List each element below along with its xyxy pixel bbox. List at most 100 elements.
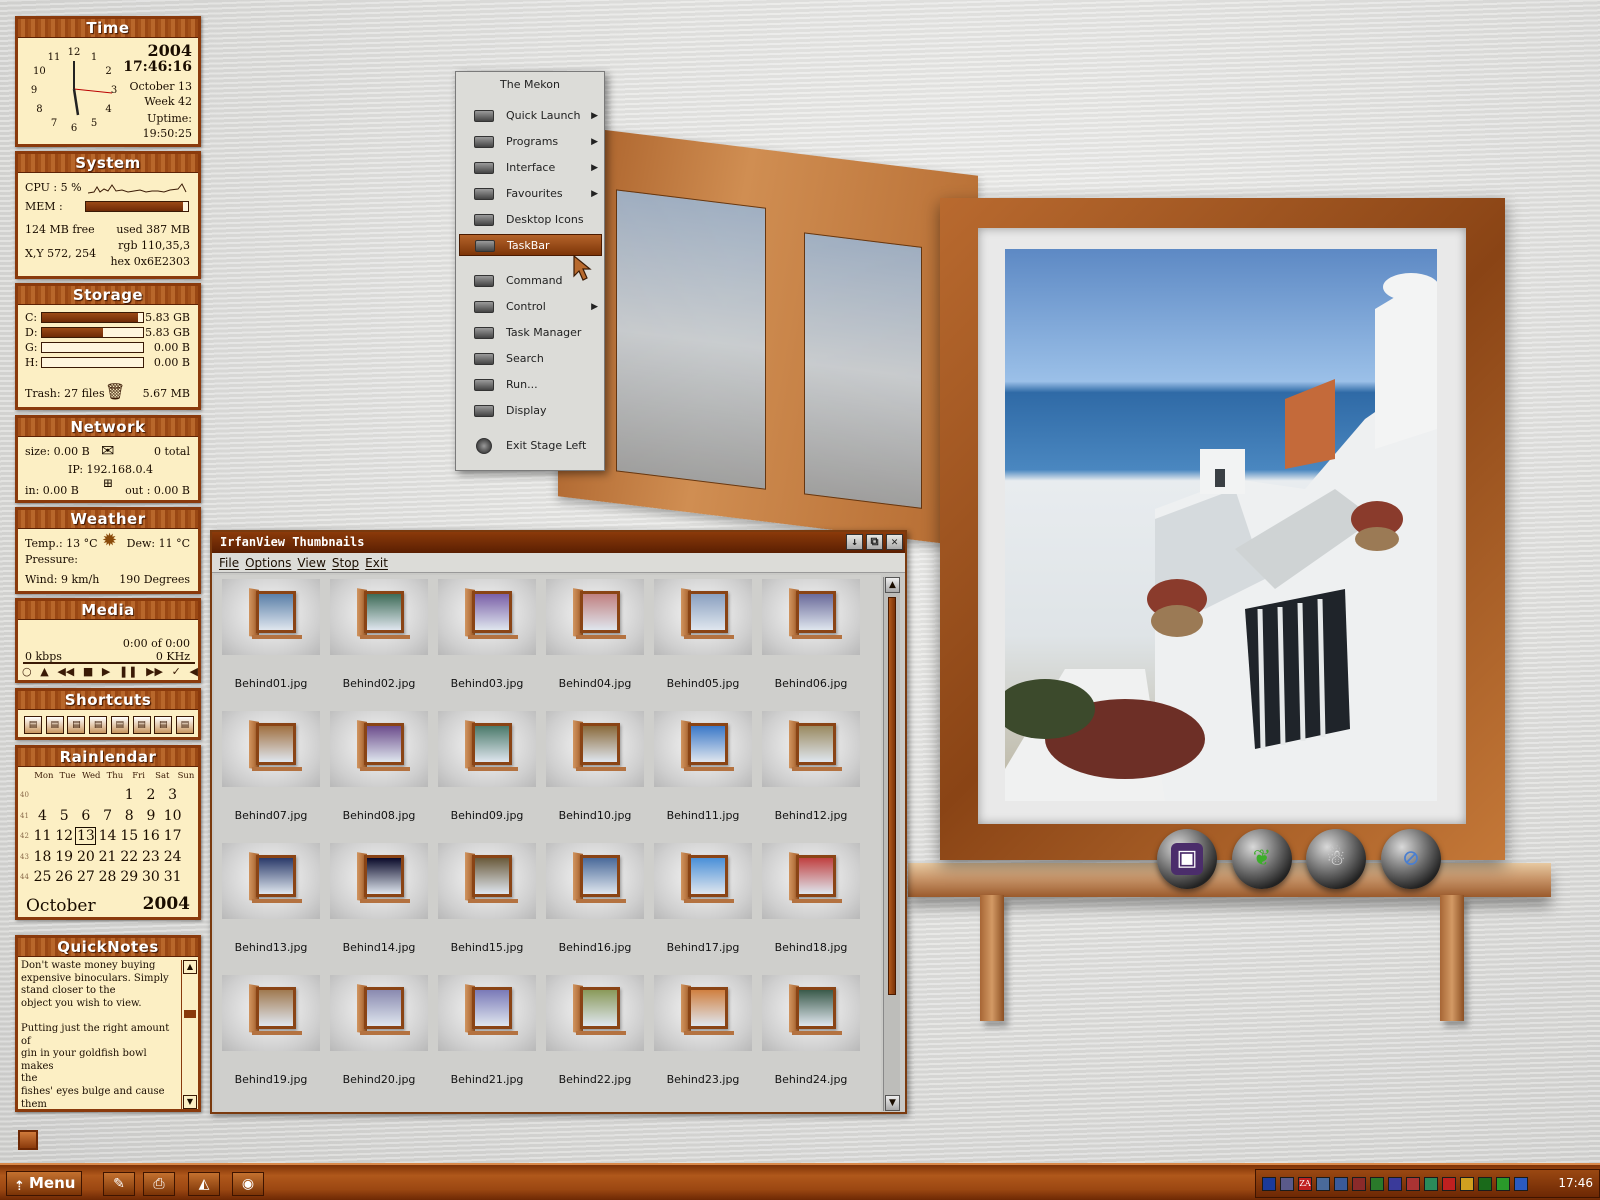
thumbnail-scrollbar[interactable]: ▲ ▼ — [883, 577, 900, 1111]
calendar-day[interactable]: 15 — [119, 828, 140, 844]
scroll-up-icon[interactable]: ▲ — [885, 577, 900, 593]
thumbnail[interactable]: Behind06.jpg — [762, 579, 860, 703]
menu-view[interactable]: View — [297, 556, 325, 570]
minimize-button[interactable]: ↓ — [846, 534, 863, 550]
close-button[interactable]: ✕ — [886, 534, 903, 550]
menu-item-display[interactable]: Display — [459, 400, 602, 422]
menu-item-desktop-icons[interactable]: Desktop Icons — [459, 209, 602, 231]
quicknotes-text[interactable]: Don't waste money buying expensive binoc… — [21, 960, 179, 1108]
calendar-day[interactable]: 28 — [97, 869, 118, 885]
tray-green-icon[interactable] — [1496, 1177, 1510, 1191]
menu-stop[interactable]: Stop — [332, 556, 359, 570]
calendar-day[interactable]: 8 — [119, 808, 140, 824]
dock-sphere-creature[interactable]: ❦ — [1232, 829, 1292, 889]
dock-sphere-monitor[interactable]: ▣ — [1157, 829, 1217, 889]
mail-icon[interactable]: ✉ — [101, 441, 114, 460]
desktop-square-icon[interactable] — [18, 1130, 38, 1150]
maximize-button[interactable]: ⧉ — [866, 534, 883, 550]
scroll-thumb[interactable] — [888, 597, 896, 995]
media-control-3-icon[interactable]: ■ — [83, 665, 93, 679]
shortcut-8-icon[interactable]: ▤ — [175, 716, 194, 734]
scroll-down-icon[interactable]: ▼ — [885, 1095, 900, 1111]
calendar-day[interactable]: 23 — [140, 849, 161, 865]
tray-folders-icon[interactable] — [1334, 1177, 1348, 1191]
trash-icon[interactable]: 🗑 — [105, 382, 125, 401]
media-control-8-icon[interactable]: ◀ — [189, 665, 197, 679]
calendar-day[interactable]: 25 — [32, 869, 53, 885]
calendar-day[interactable]: 7 — [97, 808, 118, 824]
tray-net2-icon[interactable] — [1478, 1177, 1492, 1191]
tray-network-icon[interactable] — [1316, 1177, 1330, 1191]
thumbnail[interactable]: Behind21.jpg — [438, 975, 536, 1099]
thumbnail[interactable]: Behind12.jpg — [762, 711, 860, 835]
media-control-5-icon[interactable]: ❚❚ — [119, 665, 137, 679]
shortcut-5-icon[interactable]: ▤ — [110, 716, 129, 734]
thumbnail[interactable]: Behind02.jpg — [330, 579, 428, 703]
calendar-day[interactable]: 22 — [119, 849, 140, 865]
menu-item-programs[interactable]: Programs ▶ — [459, 131, 602, 153]
menu-exit[interactable]: Exit — [365, 556, 388, 570]
menu-file[interactable]: File — [219, 556, 239, 570]
shortcut-4-icon[interactable]: ▤ — [89, 716, 108, 734]
calendar-day[interactable]: 17 — [162, 828, 183, 844]
quicklaunch-browser-icon[interactable]: ◭ — [188, 1172, 220, 1196]
calendar-day[interactable]: 27 — [75, 869, 96, 885]
menu-item-taskbar[interactable]: TaskBar — [459, 234, 602, 256]
media-control-7-icon[interactable]: ✓ — [172, 665, 181, 679]
thumbnail[interactable]: Behind19.jpg — [222, 975, 320, 1099]
thumbnail[interactable]: Behind23.jpg — [654, 975, 752, 1099]
calendar-day[interactable]: 29 — [119, 869, 140, 885]
media-seekbar[interactable] — [23, 662, 195, 664]
calendar-day[interactable]: 20 — [75, 849, 96, 865]
thumbnail[interactable]: Behind01.jpg — [222, 579, 320, 703]
tray-clock[interactable]: 17:46 — [1558, 1176, 1593, 1190]
quicklaunch-explorer-icon[interactable]: ⎙ — [143, 1172, 175, 1196]
tray-blue-icon[interactable] — [1514, 1177, 1528, 1191]
dock-sphere-navigator[interactable]: ⊘ — [1381, 829, 1441, 889]
media-control-6-icon[interactable]: ▶▶ — [146, 665, 163, 679]
scroll-down-icon[interactable]: ▼ — [183, 1095, 197, 1109]
tray-security-icon[interactable] — [1352, 1177, 1366, 1191]
calendar-day[interactable]: 12 — [54, 828, 75, 844]
menu-item-search[interactable]: Search — [459, 348, 602, 370]
shortcut-6-icon[interactable]: ▤ — [132, 716, 151, 734]
media-control-1-icon[interactable]: ▲ — [40, 665, 48, 679]
thumbnail[interactable]: Behind09.jpg — [438, 711, 536, 835]
tray-monitor-icon[interactable] — [1280, 1177, 1294, 1191]
thumbnail[interactable]: Behind20.jpg — [330, 975, 428, 1099]
shortcut-2-icon[interactable]: ▤ — [45, 716, 64, 734]
calendar-day[interactable]: 14 — [97, 828, 118, 844]
calendar-day[interactable]: 1 — [119, 787, 140, 803]
calendar-day[interactable]: 11 — [32, 828, 53, 844]
menu-item-run[interactable]: Run... — [459, 374, 602, 396]
irfanview-titlebar[interactable]: IrfanView Thumbnails ↓ ⧉ ✕ — [212, 532, 905, 553]
dock-sphere-mascot[interactable]: ☃ — [1306, 829, 1366, 889]
tray-lock-icon[interactable] — [1262, 1177, 1276, 1191]
thumbnail[interactable]: Behind08.jpg — [330, 711, 428, 835]
calendar-day[interactable]: 2 — [140, 787, 161, 803]
thumbnail[interactable]: Behind05.jpg — [654, 579, 752, 703]
calendar-day[interactable]: 26 — [54, 869, 75, 885]
calendar-day[interactable]: 24 — [162, 849, 183, 865]
shortcut-3-icon[interactable]: ▤ — [67, 716, 86, 734]
tray-warn-icon[interactable] — [1460, 1177, 1474, 1191]
thumbnail[interactable]: Behind17.jpg — [654, 843, 752, 967]
menu-item-task-manager[interactable]: Task Manager — [459, 322, 602, 344]
menu-item-control[interactable]: Control ▶ — [459, 296, 602, 318]
thumbnail[interactable]: Behind16.jpg — [546, 843, 644, 967]
thumbnail[interactable]: Behind22.jpg — [546, 975, 644, 1099]
calendar-day[interactable]: 16 — [140, 828, 161, 844]
shortcut-7-icon[interactable]: ▤ — [154, 716, 173, 734]
quicklaunch-paint-icon[interactable]: ✎ — [103, 1172, 135, 1196]
media-control-2-icon[interactable]: ◀◀ — [57, 665, 74, 679]
tray-volume-icon[interactable] — [1424, 1177, 1438, 1191]
tray-alert-icon[interactable] — [1442, 1177, 1456, 1191]
thumbnail[interactable]: Behind14.jpg — [330, 843, 428, 967]
scroll-up-icon[interactable]: ▲ — [183, 960, 197, 974]
calendar-day[interactable]: 19 — [54, 849, 75, 865]
thumbnail[interactable]: Behind13.jpg — [222, 843, 320, 967]
thumbnail[interactable]: Behind07.jpg — [222, 711, 320, 835]
menu-item-quick-launch[interactable]: Quick Launch ▶ — [459, 105, 602, 127]
calendar-day[interactable]: 18 — [32, 849, 53, 865]
menu-item-exit-stage-left[interactable]: Exit Stage Left — [459, 435, 602, 457]
